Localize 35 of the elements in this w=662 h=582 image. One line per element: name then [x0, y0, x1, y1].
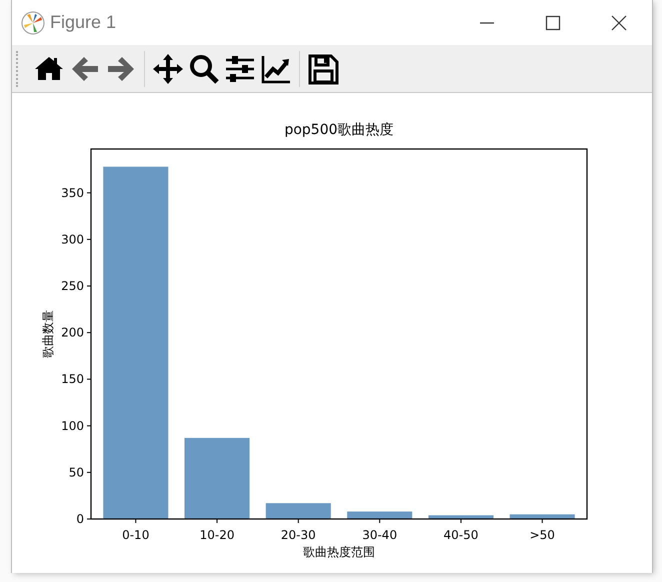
tick-label: 40-50	[444, 528, 478, 542]
y-tick	[86, 332, 92, 334]
tick-label: 0	[76, 512, 84, 526]
close-icon	[610, 14, 628, 30]
tick-label: 0-10	[122, 528, 150, 542]
y-axis-label: 歌曲数量	[41, 310, 55, 358]
window-title: Figure 1	[50, 12, 116, 33]
pinwheel-icon	[21, 10, 45, 34]
tick-label: 350	[61, 186, 84, 200]
x-tick	[298, 518, 299, 524]
tick-label: 250	[61, 279, 84, 293]
x-tick	[379, 518, 380, 524]
tick-label: 10-20	[200, 528, 234, 542]
y-tick	[86, 518, 92, 520]
tick-label: 300	[61, 232, 84, 246]
x-tick	[542, 518, 543, 524]
x-axis-label: 歌曲热度范围	[303, 545, 375, 559]
minimize-icon	[478, 22, 496, 24]
y-tick	[86, 378, 92, 380]
tick-label: 50	[68, 465, 84, 480]
tick-label: 100	[61, 418, 84, 433]
x-tick	[135, 518, 136, 524]
y-tick	[86, 238, 92, 240]
x-tick	[216, 518, 218, 524]
tick-label: >50	[530, 528, 555, 542]
y-tick	[86, 192, 92, 194]
y-tick	[86, 425, 92, 426]
chart-title: pop500歌曲热度	[284, 122, 394, 138]
tick-label: 20-30	[280, 528, 316, 542]
x-tick	[460, 518, 462, 524]
tick-label: 200	[61, 326, 84, 340]
tick-label: 150	[61, 372, 84, 386]
y-tick	[86, 472, 92, 473]
maximize-icon	[544, 14, 562, 30]
tick-label: 30-40	[362, 528, 398, 542]
